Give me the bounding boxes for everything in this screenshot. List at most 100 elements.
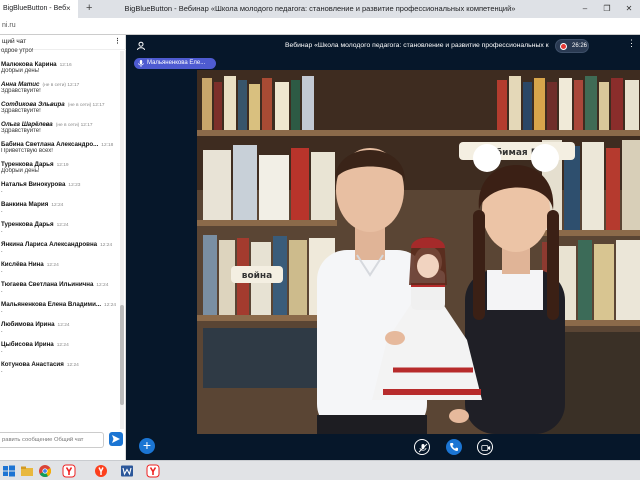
chat-message-time: 12:24: [66, 363, 79, 368]
chat-message-text: .: [1, 188, 3, 194]
session-title: Вебинар «Школа молодого педагога: станов…: [285, 42, 549, 49]
tab-close-icon[interactable]: ×: [66, 0, 76, 18]
main-area: Вебинар «Школа молодого педагога: станов…: [127, 35, 640, 460]
chat-message-time: 12:24: [56, 223, 69, 228]
chat-panel: щий чат ⋮ одрое утро! Малюкова Карина 12:1…: [0, 35, 126, 460]
chat-message: Малюкова Карина 12:16 Добрый день!: [0, 58, 126, 78]
recording-indicator[interactable]: 26:26: [555, 39, 589, 53]
yandex-app-icon[interactable]: [146, 464, 160, 478]
chat-message-author: Малюкова Карина 12:16: [1, 61, 126, 68]
chat-message-time: 12:19: [56, 163, 69, 168]
options-menu-icon[interactable]: ⋮: [627, 38, 636, 49]
chat-message-author: Сотдикова Эльвира (не в сети) 12:17: [1, 101, 126, 108]
chat-message-text: Приветствую всех!: [1, 148, 53, 154]
chat-author-name: Любимова Ирина: [1, 321, 55, 328]
browser-tab[interactable]: BigBlueButton - Веб ×: [0, 0, 78, 18]
chat-message: Цыбисова Ирина 12:24.: [0, 338, 126, 358]
browser-tab-title: BigBlueButton - Веб: [3, 5, 67, 12]
chat-author-name: Цыбисова Ирина: [1, 341, 54, 348]
chat-message-list[interactable]: одрое утро! Малюкова Карина 12:16 Добрый де…: [0, 45, 126, 423]
yandex-icon[interactable]: [94, 464, 108, 478]
chat-author-name: Котунова Анастасия: [1, 361, 64, 368]
microphone-icon: [138, 60, 144, 67]
chat-message: Котунова Анастасия 12:24.: [0, 358, 126, 378]
chat-message: Кислёва Нина 12:24.: [0, 258, 126, 278]
user-list-toggle-icon[interactable]: [136, 41, 146, 51]
chat-message-author: Котунова Анастасия 12:24: [1, 361, 126, 368]
chat-message-time: 12:24: [46, 263, 59, 268]
chat-message: Мальяненкова Елена Владими... 12:24.: [0, 298, 126, 318]
chat-message: Ванкина Мария 12:24.: [0, 198, 126, 218]
chat-message: одрое утро!: [0, 45, 126, 58]
chat-author-name: Туренкова Дарья: [1, 161, 54, 168]
chat-message-author: Мальяненкова Елена Владими... 12:24: [1, 301, 126, 308]
chat-message-time: 12:16: [59, 63, 72, 68]
chat-message: Туренкова Дарья 12:19 Добрый день!: [0, 158, 126, 178]
screen: BigBlueButton - Веб × + BigBlueButton - …: [0, 0, 640, 480]
chat-message-author: Туренкова Дарья 12:19: [1, 161, 126, 168]
chat-message-time: 12:24: [51, 203, 64, 208]
chat-author-name: Тюгаева Светлана Ильинична: [1, 281, 94, 288]
minimize-button[interactable]: –: [574, 0, 596, 18]
chat-author-name: Наталья Винокурова: [1, 181, 66, 188]
chat-options-icon[interactable]: ⋮: [114, 37, 121, 45]
chat-message-author: Цыбисова Ирина 12:24: [1, 341, 126, 348]
video-scene: война Любимая Русь: [197, 70, 640, 434]
chat-send-button[interactable]: [109, 432, 123, 446]
chat-message-time: 12:18: [101, 143, 114, 148]
chat-message: Любимова Ирина 12:24.: [0, 318, 126, 338]
start-icon[interactable]: [2, 464, 16, 478]
address-url[interactable]: ni.ru: [2, 20, 16, 32]
chat-message: Туренкова Дарья 12:24.: [0, 218, 126, 238]
chat-message-text: .: [1, 288, 3, 294]
chat-message: Сотдикова Эльвира (не в сети) 12:17 Здравс…: [0, 98, 126, 118]
maximize-button[interactable]: ❐: [596, 0, 618, 18]
mute-microphone-button[interactable]: [414, 439, 430, 455]
chat-message-text: Здравствуйте!: [1, 108, 41, 114]
chat-message-text: Добрый день!: [1, 68, 40, 74]
leave-audio-button[interactable]: [446, 439, 462, 455]
chat-message-text: .: [1, 328, 3, 334]
phone-icon: [450, 443, 458, 451]
chat-message-text: одрое утро!: [1, 48, 34, 54]
chat-author-name: Ванкина Мария: [1, 201, 49, 208]
chat-message-text: .: [1, 368, 3, 374]
chat-message: Анна Матис (не в сети) 12:17 Здравствуйте!: [0, 78, 126, 98]
sign-left-text: война: [242, 271, 272, 281]
window-controls: – ❐ ✕: [574, 0, 640, 18]
yandex-browser-icon[interactable]: [62, 464, 76, 478]
file-explorer-icon[interactable]: [20, 464, 34, 478]
address-bar[interactable]: ni.ru: [0, 18, 640, 35]
chat-message-text: .: [1, 248, 3, 254]
send-icon: [112, 435, 120, 443]
chat-message-time: 12:24: [96, 283, 109, 288]
chat-message-time: 12:23: [68, 183, 81, 188]
chat-scrollbar-thumb[interactable]: [120, 305, 124, 405]
chat-message-text: Здравствуйте!: [1, 88, 41, 94]
chat-message-author: Бабина Светлана Александро... 12:18: [1, 141, 126, 148]
share-webcam-button[interactable]: [477, 439, 493, 455]
new-tab-button[interactable]: +: [86, 0, 98, 18]
chat-author-name: Бабина Светлана Александро...: [1, 141, 99, 148]
close-window-button[interactable]: ✕: [618, 0, 640, 18]
presenter-badge: Мальяненкова Еле...: [134, 58, 216, 69]
chat-message-text: Добрый день!: [1, 168, 40, 174]
record-icon: [560, 43, 567, 50]
chat-message-text: .: [1, 348, 3, 354]
chat-author-name: Анна Матис: [1, 81, 40, 88]
chat-message-time: (не в сети) 12:17: [55, 123, 93, 128]
os-taskbar: [0, 460, 640, 480]
chat-message-text: .: [1, 308, 3, 314]
chat-message: Янкина Лариса Александровна 12:24.: [0, 238, 126, 258]
recording-time: 26:26: [572, 43, 588, 49]
word-icon[interactable]: [120, 464, 134, 478]
chat-input-placeholder: равить сообщение Общий чат: [2, 437, 84, 443]
chat-author-name: Сотдикова Эльвира: [1, 101, 65, 108]
actions-plus-button[interactable]: +: [139, 438, 155, 454]
chat-message-author: Любимова Ирина 12:24: [1, 321, 126, 328]
chat-message-time: (не в сети) 12:17: [42, 83, 80, 88]
chrome-icon[interactable]: [38, 464, 52, 478]
presenter-name: Мальяненкова Еле...: [147, 60, 206, 66]
chat-message-author: Туренкова Дарья 12:24: [1, 221, 126, 228]
chat-message-input[interactable]: равить сообщение Общий чат: [0, 432, 104, 448]
